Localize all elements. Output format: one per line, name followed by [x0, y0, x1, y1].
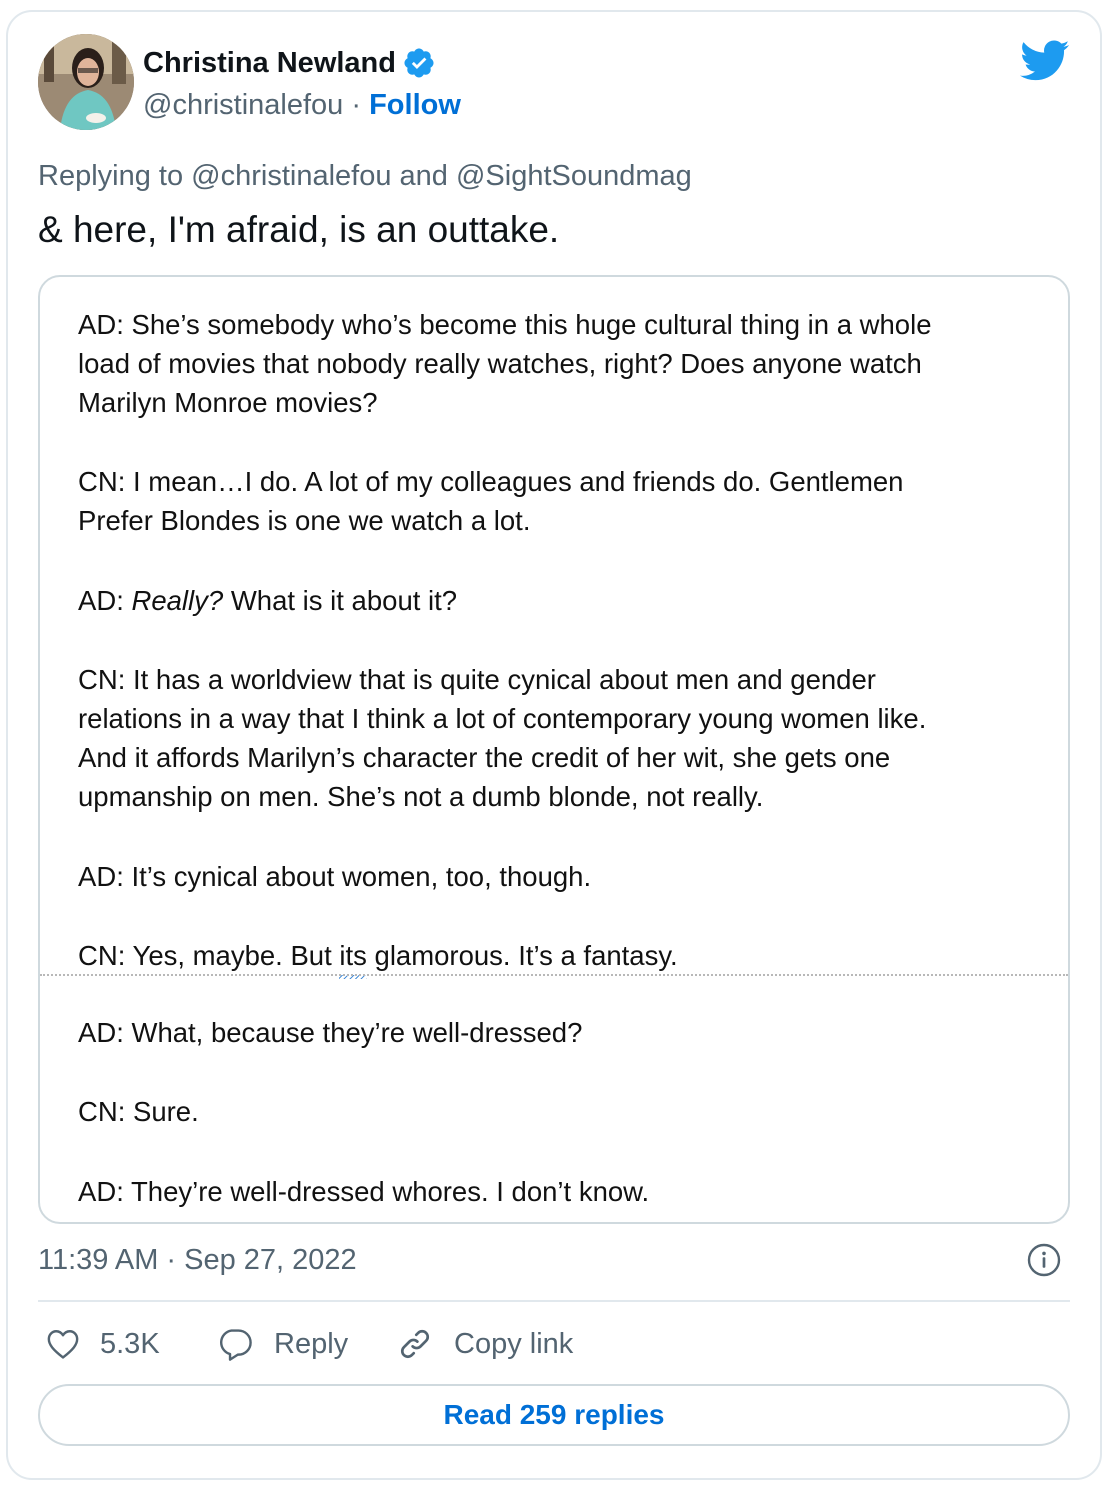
- doc-line: And it affords Marilyn’s character the c…: [78, 742, 891, 773]
- info-icon[interactable]: [1026, 1242, 1062, 1278]
- replying-prefix: Replying to: [38, 160, 192, 192]
- doc-line: Prefer Blondes is one we watch a lot.: [78, 505, 531, 536]
- actions-divider: [38, 1300, 1070, 1302]
- doc-line: relations in a way that I think a lot of…: [78, 703, 927, 734]
- doc-line: upmanship on men. She’s not a dumb blond…: [78, 781, 764, 812]
- copy-link-label: Copy link: [454, 1327, 574, 1360]
- heart-icon: [47, 1330, 79, 1359]
- tweet-text: & here, I'm afraid, is an outtake.: [38, 209, 560, 250]
- doc-line: Marilyn Monroe movies?: [78, 387, 378, 418]
- reply-bubble-icon: [220, 1329, 252, 1361]
- avatar-photo: [38, 34, 134, 130]
- handle-row: @christinalefou · Follow: [143, 86, 461, 124]
- tweet-timestamp[interactable]: 11:39 AM · Sep 27, 2022: [38, 1240, 357, 1280]
- reply-mention-2[interactable]: @SightSoundmag: [456, 160, 692, 192]
- like-count: 5.3K: [100, 1327, 160, 1360]
- doc-italic-text: Really?: [131, 585, 224, 616]
- like-button[interactable]: 5.3K: [46, 1322, 160, 1366]
- author-handle[interactable]: @christinalefou: [143, 89, 343, 121]
- reply-button[interactable]: Reply: [216, 1322, 348, 1366]
- doc-line: AD: Really? What is it about it?: [78, 581, 457, 620]
- doc-text: glamorous. It’s a fantasy.: [366, 940, 678, 971]
- doc-line: AD: It’s cynical about women, too, thoug…: [78, 861, 592, 892]
- link-icon: [400, 1329, 430, 1359]
- copy-link-button[interactable]: Copy link: [396, 1322, 573, 1366]
- doc-line: AD: They’re well-dressed whores. I don’t…: [78, 1176, 650, 1207]
- doc-line: CN: Sure.: [78, 1096, 199, 1127]
- doc-text: What is it about it?: [223, 585, 458, 616]
- doc-line: AD: What, because they’re well-dressed?: [78, 1017, 583, 1048]
- verified-badge-icon: [404, 48, 434, 78]
- doc-speaker: AD:: [78, 585, 132, 616]
- reply-mention-1[interactable]: @christinalefou: [191, 160, 391, 192]
- separator-dot: ·: [343, 89, 370, 121]
- follow-button[interactable]: Follow: [369, 89, 461, 121]
- doc-line: CN: I mean…I do. A lot of my colleagues …: [78, 466, 904, 497]
- attached-document-image[interactable]: AD: She’s somebody who’s become this hug…: [38, 275, 1070, 1224]
- replying-to: Replying to @christinalefou and @SightSo…: [38, 156, 692, 196]
- reply-and: and: [391, 160, 456, 192]
- spellcheck-underlined-word: its: [339, 936, 367, 979]
- doc-line: load of movies that nobody really watche…: [78, 348, 922, 379]
- doc-line: AD: She’s somebody who’s become this hug…: [78, 309, 932, 340]
- avatar[interactable]: [38, 34, 134, 130]
- twitter-bird-icon[interactable]: [1020, 40, 1070, 82]
- doc-line: CN: It has a worldview that is quite cyn…: [78, 664, 876, 695]
- read-replies-button[interactable]: Read 259 replies: [38, 1384, 1070, 1446]
- doc-line: CN: Yes, maybe. But its glamorous. It’s …: [78, 936, 678, 979]
- page-break-divider: [40, 974, 1068, 976]
- reply-label: Reply: [274, 1327, 349, 1360]
- doc-text: CN: Yes, maybe. But: [78, 940, 340, 971]
- read-replies-label: Read 259 replies: [443, 1399, 665, 1430]
- author-name-row[interactable]: Christina Newland: [143, 44, 436, 82]
- author-name[interactable]: Christina Newland: [143, 44, 396, 82]
